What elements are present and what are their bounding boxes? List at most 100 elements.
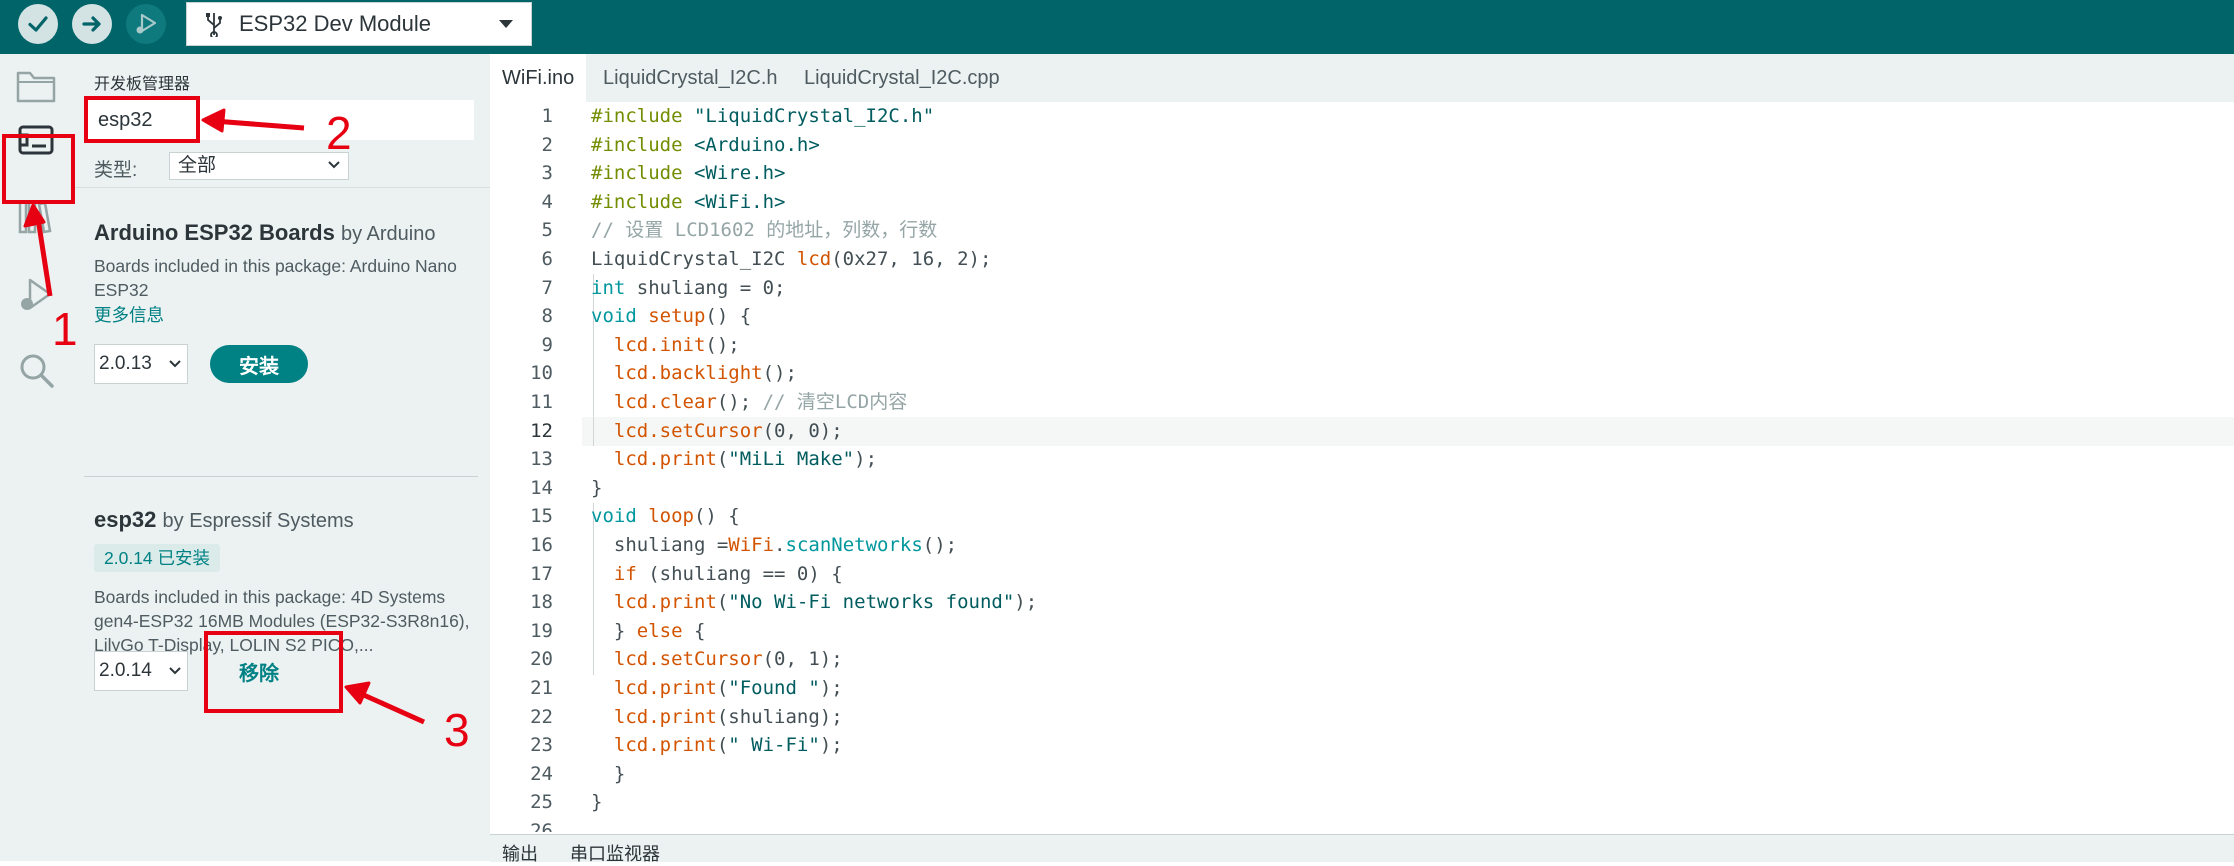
board-name: esp32: [94, 507, 157, 532]
divider: [72, 187, 490, 188]
version-select[interactable]: 2.0.13: [94, 344, 188, 384]
line-number: 6: [541, 248, 553, 270]
code-line: lcd.clear(); // 清空LCD内容: [613, 391, 908, 413]
installed-badge: 2.0.14 已安装: [94, 544, 221, 572]
annotation-label-3: 3: [444, 704, 470, 756]
board-card-esp32: esp32 by Espressif Systems: [94, 507, 474, 533]
tab-serial-monitor[interactable]: 串口监视器: [570, 840, 660, 866]
boards-manager-panel: 开发板管理器 类型: 全部 Arduino ESP32 Boards by Ar…: [72, 54, 490, 861]
code-line: lcd.print("Found ");: [613, 677, 843, 699]
code-line: }: [591, 791, 603, 814]
arrow-right-icon: [82, 16, 101, 32]
tab-liquidcrystal-cpp[interactable]: LiquidCrystal_I2C.cpp: [792, 54, 1012, 102]
type-filter-label: 类型:: [94, 160, 138, 181]
line-number: 20: [530, 648, 553, 671]
line-number: 22: [530, 705, 553, 728]
annotation-box-3: [204, 631, 343, 713]
bottom-panel-tabs: 输出 串口监视器: [490, 834, 2234, 864]
code-line: lcd.setCursor(0, 0);: [613, 419, 843, 442]
sketchbook-button[interactable]: [14, 64, 58, 108]
version-value: 2.0.14: [99, 660, 152, 681]
code-line: lcd.backlight();: [613, 362, 797, 385]
more-info-link[interactable]: 更多信息: [94, 302, 474, 327]
line-number: 7: [541, 276, 553, 299]
code-editor: WiFi.ino LiquidCrystal_I2C.h LiquidCryst…: [490, 54, 2234, 864]
board-name: Arduino ESP32 Boards: [94, 220, 335, 245]
code-line: lcd.init();: [613, 333, 740, 356]
code-line: LiquidCrystal_I2C lcd(0x27, 16, 2);: [591, 248, 992, 270]
line-number: 5: [541, 219, 553, 242]
code-line: lcd.print(shuliang);: [613, 705, 843, 728]
code-line: int shuliang = 0;: [591, 276, 786, 299]
annotation-box-2: [84, 96, 200, 143]
folder-icon: [16, 71, 56, 103]
line-number: 11: [530, 391, 553, 413]
line-number: 12: [530, 419, 553, 442]
code-line: if (shuliang == 0) {: [613, 562, 843, 585]
line-number: 23: [530, 734, 553, 757]
line-number: 3: [541, 162, 553, 185]
line-number: 21: [530, 677, 553, 699]
line-number: 25: [530, 791, 553, 814]
code-line: #include <WiFi.h>: [591, 190, 786, 213]
annotation-label-1: 1: [52, 303, 78, 355]
top-toolbar: ESP32 Dev Module: [0, 0, 2234, 54]
search-icon: [20, 354, 54, 388]
panel-title: 开发板管理器: [94, 76, 191, 93]
code-line: // 设置 LCD1602 的地址，列数，行数: [591, 219, 938, 242]
code-line: lcd.setCursor(0, 1);: [613, 648, 843, 671]
line-number: 15: [530, 505, 553, 528]
board-name: ESP32 Dev Module: [239, 11, 431, 36]
code-line: } else {: [591, 619, 706, 642]
chevron-down-icon: [499, 20, 513, 28]
chevron-down-icon: [169, 667, 181, 675]
type-filter-select[interactable]: 全部: [169, 152, 349, 180]
line-number: 9: [541, 333, 553, 356]
debug-button[interactable]: [126, 4, 166, 44]
line-number: 4: [541, 190, 553, 213]
annotation-label-2: 2: [326, 107, 352, 159]
code-line: #include <Arduino.h>: [591, 133, 820, 156]
code-line: void loop() {: [591, 505, 740, 528]
chevron-down-icon: [169, 360, 181, 368]
check-icon: [28, 16, 48, 32]
divider: [84, 476, 478, 477]
code-line: lcd.print("MiLi Make");: [613, 448, 878, 471]
version-value: 2.0.13: [99, 353, 152, 374]
code-line: #include <Wire.h>: [591, 162, 786, 185]
code-line: }: [591, 476, 603, 499]
board-description: Boards included in this package: Arduino…: [94, 256, 457, 300]
line-number: 10: [530, 362, 553, 385]
code-line: lcd.print("No Wi-Fi networks found");: [613, 591, 1038, 614]
debug-icon: [21, 278, 52, 310]
verify-button[interactable]: [18, 4, 58, 44]
line-number: 2: [541, 133, 553, 156]
version-select[interactable]: 2.0.14: [94, 651, 188, 691]
board-author: by Espressif Systems: [162, 510, 354, 532]
tab-output[interactable]: 输出: [502, 840, 538, 866]
line-number: 13: [530, 448, 553, 471]
tab-wifi-ino[interactable]: WiFi.ino: [490, 54, 587, 102]
line-number: 26: [530, 820, 553, 832]
editor-tabs: WiFi.ino LiquidCrystal_I2C.h LiquidCryst…: [490, 54, 2234, 102]
tab-liquidcrystal-h[interactable]: LiquidCrystal_I2C.h: [591, 54, 790, 102]
line-number: 8: [541, 305, 553, 328]
upload-button[interactable]: [72, 4, 112, 44]
line-number: 14: [530, 476, 553, 499]
line-number: 24: [530, 762, 553, 785]
code-line: #include "LiquidCrystal_I2C.h": [591, 105, 935, 127]
board-card-arduino-esp32: Arduino ESP32 Boards by Arduino Boards i…: [94, 220, 474, 327]
debug-play-icon: [136, 13, 157, 34]
board-selector[interactable]: ESP32 Dev Module: [186, 2, 532, 46]
line-number: 18: [530, 591, 553, 614]
code-line: void setup() {: [591, 305, 752, 328]
line-number: 19: [530, 619, 553, 642]
code-area[interactable]: 1 #include "LiquidCrystal_I2C.h" 2 #includ…: [490, 102, 2234, 832]
line-number: 1: [541, 105, 553, 127]
annotation-box-1: [2, 134, 75, 204]
code-line: }: [591, 762, 626, 785]
type-filter-value: 全部: [178, 155, 217, 176]
chevron-down-icon: [328, 161, 340, 169]
usb-icon: [206, 13, 222, 37]
install-button[interactable]: 安装: [210, 345, 308, 383]
